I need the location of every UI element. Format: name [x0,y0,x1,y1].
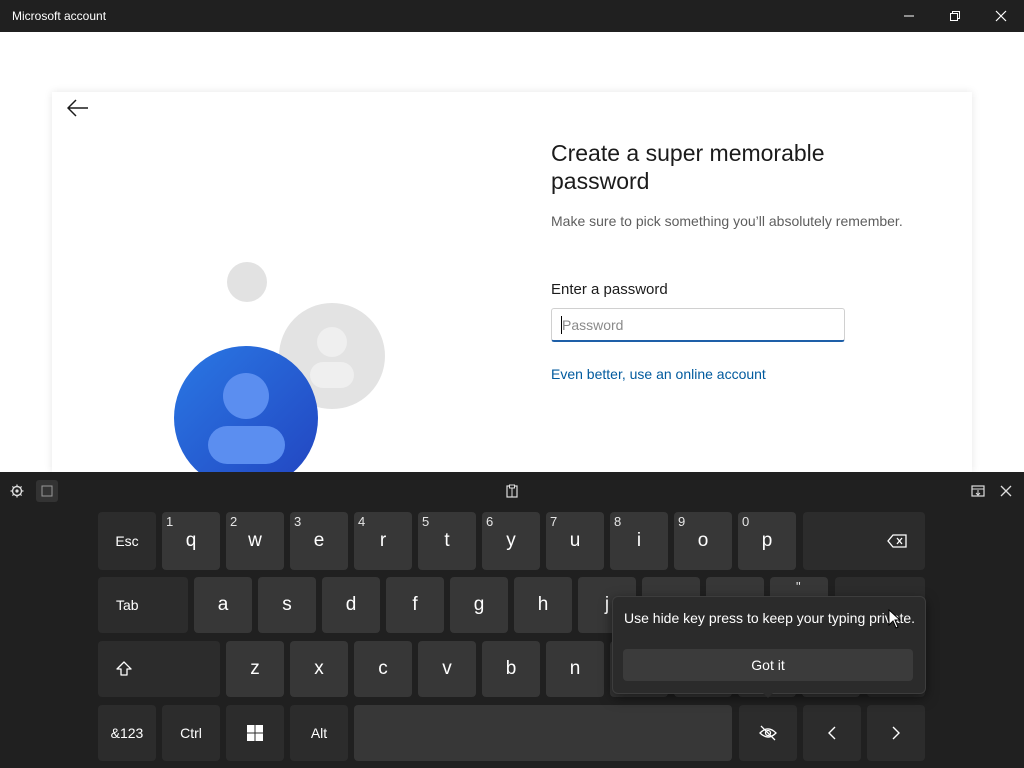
key-b[interactable]: b [482,641,540,697]
key-h[interactable]: h [514,577,572,633]
close-icon [1000,485,1012,497]
key-t[interactable]: 5t [418,512,476,570]
setup-card: Create a super memorable password Make s… [52,92,972,482]
small-gray-circle [227,262,267,302]
key-w[interactable]: 2w [226,512,284,570]
eye-hidden-icon [759,725,777,741]
password-input[interactable]: Password [551,308,845,342]
key-a[interactable]: a [194,577,252,633]
chevron-left-icon [828,726,836,740]
key-o[interactable]: 9o [674,512,732,570]
password-placeholder: Password [562,317,624,333]
key-g[interactable]: g [450,577,508,633]
window-title-bar: Microsoft account [0,0,1024,32]
key-backspace[interactable] [803,512,925,570]
clipboard-button[interactable] [502,481,522,501]
windows-logo-icon [247,725,263,741]
key-right-arrow[interactable] [867,705,925,761]
chevron-right-icon [892,726,900,740]
key-s[interactable]: s [258,577,316,633]
key-windows[interactable] [226,705,284,761]
key-esc[interactable]: Esc [98,512,156,570]
key-e[interactable]: 3e [290,512,348,570]
key-d[interactable]: d [322,577,380,633]
window-title: Microsoft account [12,9,107,23]
restore-button[interactable] [932,0,978,32]
key-i[interactable]: 8i [610,512,668,570]
mouse-cursor-icon [888,609,902,629]
key-r[interactable]: 4r [354,512,412,570]
tooltip-pointer [760,690,776,698]
got-it-button[interactable]: Got it [623,649,913,681]
key-symbols[interactable]: &123 [98,705,156,761]
hide-keypress-tooltip: Use hide key press to keep your typing p… [612,596,926,694]
back-button[interactable] [66,96,90,120]
page-heading: Create a super memorable password [551,140,825,194]
key-z[interactable]: z [226,641,284,697]
key-n[interactable]: n [546,641,604,697]
key-c[interactable]: c [354,641,412,697]
key-left-arrow[interactable] [803,705,861,761]
restore-icon [950,11,960,21]
close-icon [995,10,1007,22]
minimize-icon [904,15,914,17]
clipboard-icon [506,484,518,498]
tooltip-message: Use hide key press to keep your typing p… [624,610,916,626]
key-v[interactable]: v [418,641,476,697]
key-x[interactable]: x [290,641,348,697]
page-subtitle: Make sure to pick something you’ll absol… [551,213,903,229]
key-q[interactable]: 1q [162,512,220,570]
key-u[interactable]: 7u [546,512,604,570]
minimize-button[interactable] [886,0,932,32]
key-hide-keypress[interactable] [739,705,797,761]
keyboard-layout-button[interactable] [36,480,58,502]
keyboard-dock-button[interactable] [968,481,988,501]
key-p[interactable]: 0p [738,512,796,570]
online-account-link[interactable]: Even better, use an online account [551,366,766,382]
close-button[interactable] [978,0,1024,32]
gear-icon [10,484,24,498]
layout-icon [41,485,53,497]
back-arrow-icon [67,99,88,117]
key-ctrl[interactable]: Ctrl [162,705,220,761]
text-caret [561,316,562,334]
key-space[interactable] [354,705,732,761]
backspace-icon [887,534,907,548]
key-f[interactable]: f [386,577,444,633]
key-alt[interactable]: Alt [290,705,348,761]
password-label: Enter a password [551,281,668,298]
main-content: Create a super memorable password Make s… [0,32,1024,482]
keyboard-settings-button[interactable] [8,482,26,500]
account-illustration [174,262,385,482]
keyboard-close-button[interactable] [996,481,1016,501]
shift-icon [116,661,132,676]
dock-icon [971,485,985,497]
key-tab[interactable]: Tab [98,577,188,633]
key-shift[interactable] [98,641,220,697]
key-y[interactable]: 6y [482,512,540,570]
